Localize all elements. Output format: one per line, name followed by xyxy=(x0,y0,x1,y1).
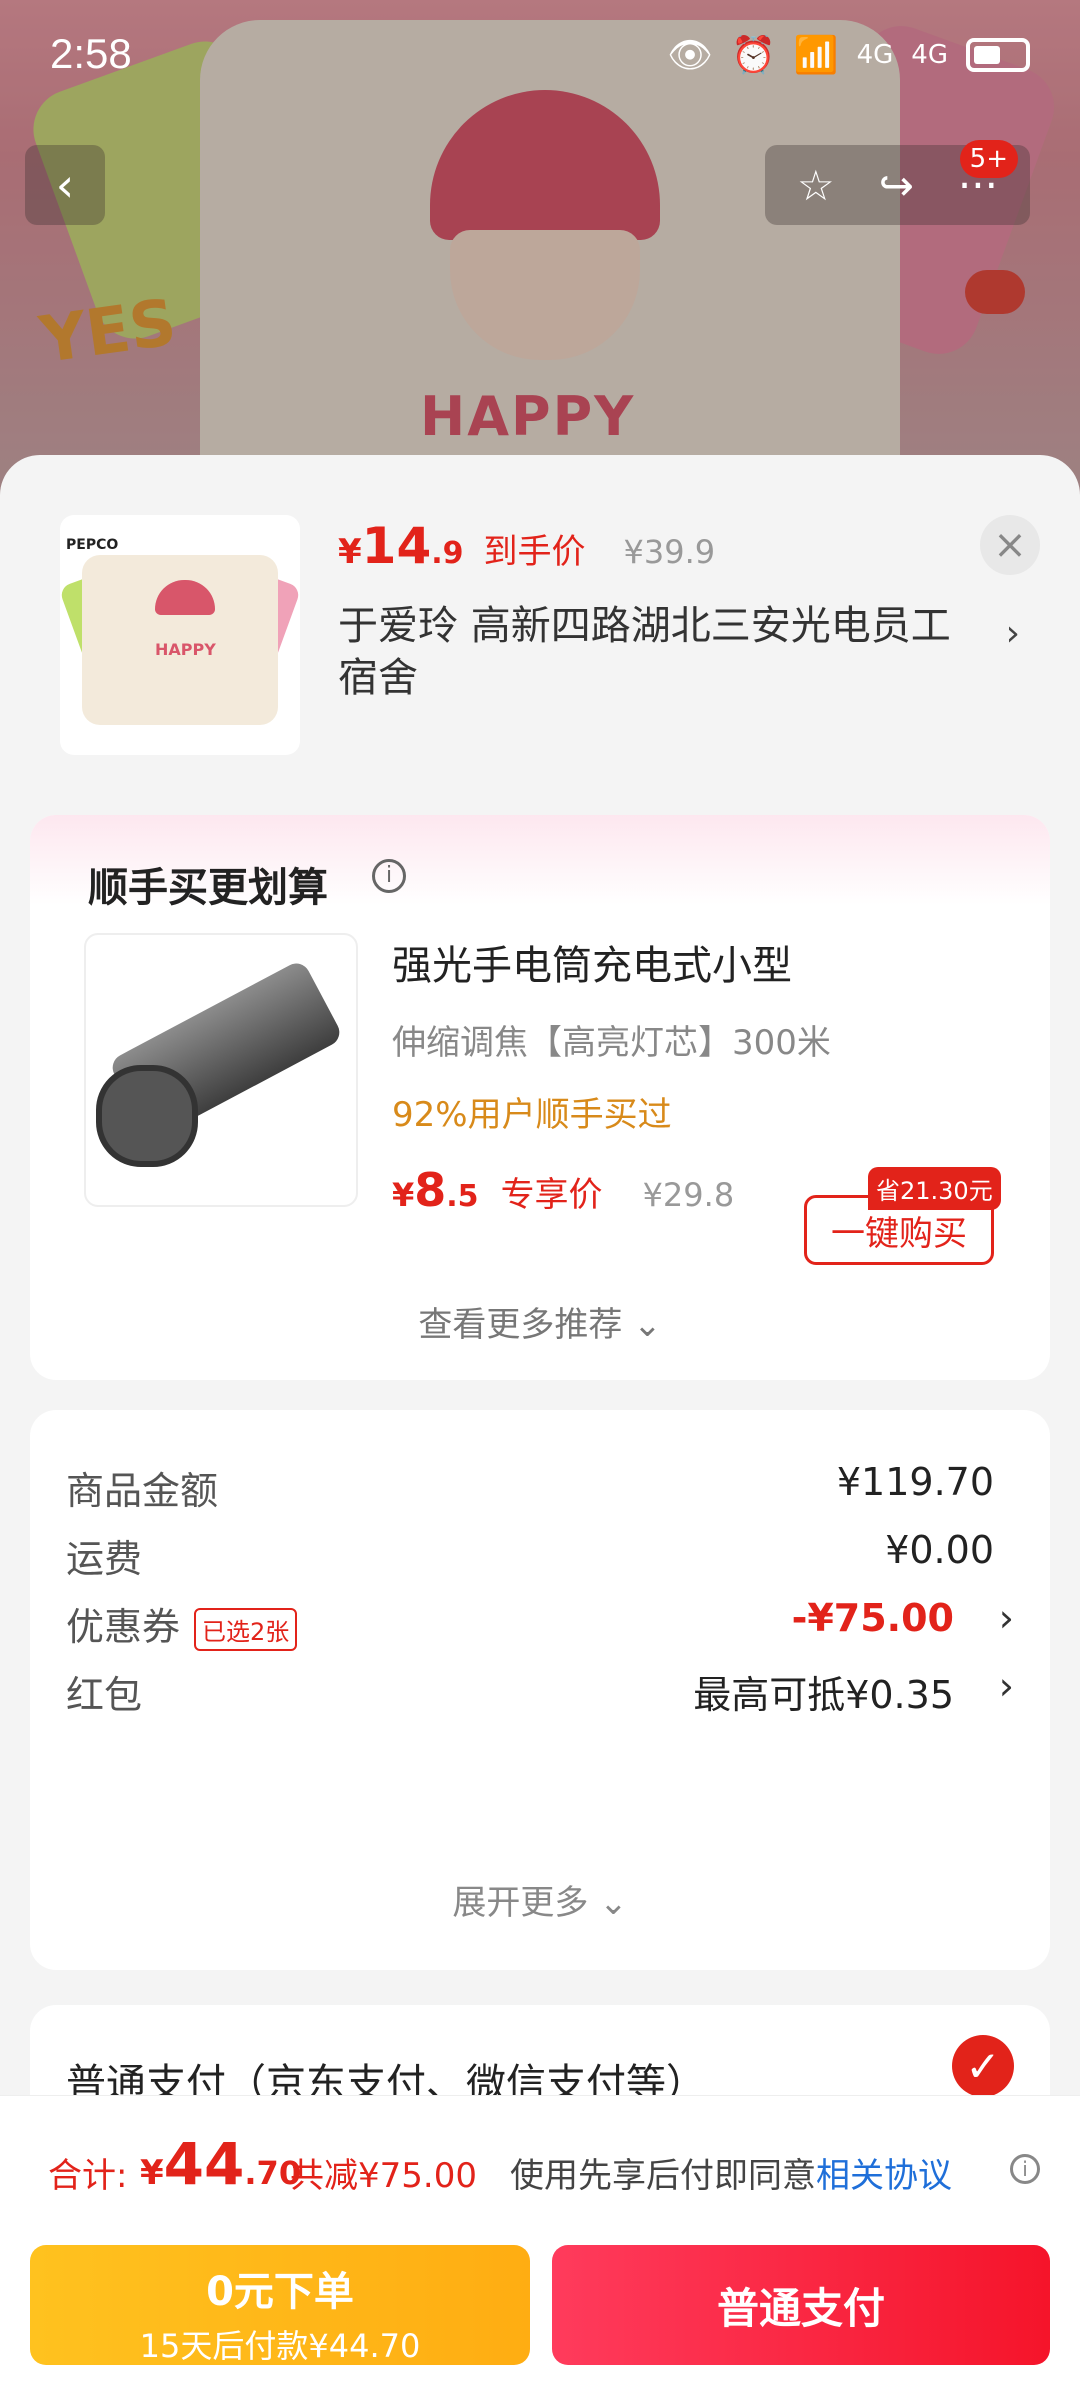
back-icon: ‹ xyxy=(55,158,75,212)
product-price: ¥ 14 .9 到手价 ¥39.9 xyxy=(338,517,715,575)
agreement-link[interactable]: 相关协议 xyxy=(816,2156,952,2196)
status-icons: 👁 ⏰ 📶 4G 4G xyxy=(667,34,1030,76)
total-amount: ¥ 44 .70 xyxy=(140,2130,301,2198)
coupon-label: 优惠券 xyxy=(66,1605,181,1649)
wifi-icon: 📶 xyxy=(793,35,839,76)
chevron-right-icon[interactable]: › xyxy=(999,1596,1014,1640)
addon-recommendation-card: 顺手买更划算 i 强光手电筒充电式小型 伸缩调焦【高亮灯芯】300米 92%用户… xyxy=(30,815,1050,1380)
info-icon[interactable]: i xyxy=(1010,2154,1040,2184)
agreement-prefix: 使用先享后付即同意 xyxy=(510,2156,816,2196)
addon-name[interactable]: 强光手电筒充电式小型 xyxy=(392,933,792,991)
summary-label: 红包 xyxy=(66,1673,143,1717)
battery-icon xyxy=(966,38,1030,72)
chevron-right-icon[interactable]: › xyxy=(1006,613,1020,654)
see-more-recommendations[interactable]: 查看更多推荐 ⌄ xyxy=(30,1297,1050,1346)
addon-price-symbol: ¥ xyxy=(392,1176,415,1214)
price-tag: 到手价 xyxy=(483,532,586,572)
total-symbol: ¥ xyxy=(140,2153,164,2193)
summary-label: 运费 xyxy=(66,1537,143,1581)
expand-more[interactable]: 展开更多 ⌄ xyxy=(30,1875,1050,1924)
original-price: ¥39.9 xyxy=(623,533,716,571)
flashlight-head xyxy=(96,1065,198,1167)
addon-price-integer: 8 xyxy=(414,1163,447,1217)
action-bar: 0元下单 15天后付款¥44.70 普通支付 xyxy=(0,2225,1080,2400)
total-label: 合计: xyxy=(48,2156,128,2196)
summary-value: ¥0.00 xyxy=(885,1528,994,1572)
addon-price: ¥ 8 .5 专享价 ¥29.8 xyxy=(392,1163,734,1217)
save-badge: 省21.30元 xyxy=(868,1167,1001,1210)
addon-title: 顺手买更划算 xyxy=(88,865,328,911)
close-icon: × xyxy=(993,522,1027,568)
back-button[interactable]: ‹ xyxy=(25,145,105,225)
bnpl-order-button[interactable]: 0元下单 15天后付款¥44.70 xyxy=(30,2245,530,2365)
status-time: 2:58 xyxy=(50,30,132,77)
4g-signal-icon: 4G xyxy=(856,40,894,70)
summary-label: 商品金额 xyxy=(66,1469,219,1513)
addon-original-price: ¥29.8 xyxy=(642,1176,735,1214)
alarm-icon: ⏰ xyxy=(730,35,776,76)
coupon-discount-value: -¥75.00 xyxy=(791,1596,954,1640)
shipping-address[interactable]: 于爱玲 高新四路湖北三安光电员工宿舍 xyxy=(338,600,978,704)
agreement-text: 使用先享后付即同意相关协议 xyxy=(510,2148,952,2197)
total-integer: 44 xyxy=(163,2130,245,2198)
share-icon[interactable]: ↪ xyxy=(879,161,914,210)
coupon-count-tag: 已选2张 xyxy=(194,1608,298,1651)
info-icon[interactable]: i xyxy=(372,859,406,893)
eye-icon: 👁 xyxy=(667,35,713,76)
order-summary-card: 商品金额 ¥119.70 运费 ¥0.00 优惠券 已选2张 -¥75.00 › … xyxy=(30,1410,1050,1970)
summary-row-redpacket[interactable]: 红包 最高可抵¥0.35 › xyxy=(66,1664,1014,1724)
top-nav: ‹ ☆ ↪ ··· 5+ xyxy=(0,140,1080,225)
summary-row-coupon[interactable]: 优惠券 已选2张 -¥75.00 › xyxy=(66,1596,1014,1656)
bnpl-line1: 0元下单 xyxy=(206,2269,354,2315)
price-integer: 14 xyxy=(361,517,432,575)
redpacket-value: 最高可抵¥0.35 xyxy=(693,1673,954,1717)
addon-price-tag: 专享价 xyxy=(500,1175,603,1215)
notification-badge: 5+ xyxy=(959,140,1018,178)
addon-price-decimal: .5 xyxy=(446,1179,479,1214)
summary-row-shipping: 运费 ¥0.00 xyxy=(66,1528,1014,1588)
summary-row-goods: 商品金额 ¥119.70 xyxy=(66,1460,1014,1520)
addon-spec: 伸缩调焦【高亮灯芯】300米 xyxy=(392,1023,831,1063)
bnpl-line2: 15天后付款¥44.70 xyxy=(139,2327,421,2365)
total-bar: 合计: ¥ 44 .70 共减¥75.00 使用先享后付即同意相关协议 i xyxy=(0,2095,1080,2226)
product-header: PEPCO HAPPY ¥ 14 .9 到手价 ¥39.9 × 于爱玲 高新四路… xyxy=(0,455,1080,785)
addon-stat: 92%用户顺手买过 xyxy=(392,1095,672,1135)
total-saved: 共减¥75.00 xyxy=(290,2156,477,2196)
price-symbol: ¥ xyxy=(338,532,362,572)
checkmark-icon[interactable]: ✓ xyxy=(952,2035,1014,2097)
status-bar: 2:58 👁 ⏰ 📶 4G 4G xyxy=(0,0,1080,110)
nav-actions: ☆ ↪ ··· 5+ xyxy=(765,140,1030,225)
summary-value: ¥119.70 xyxy=(836,1460,994,1504)
4g-signal-icon: 4G xyxy=(911,40,948,70)
normal-pay-button[interactable]: 普通支付 xyxy=(552,2245,1050,2365)
addon-thumbnail[interactable] xyxy=(84,933,358,1207)
product-thumbnail: PEPCO HAPPY xyxy=(60,515,300,755)
brand-logo: PEPCO xyxy=(66,537,119,553)
chevron-right-icon[interactable]: › xyxy=(999,1664,1014,1708)
close-button[interactable]: × xyxy=(980,515,1040,575)
price-decimal: .9 xyxy=(431,536,464,571)
thumb-text: HAPPY xyxy=(155,640,216,659)
summary-label: 优惠券 已选2张 xyxy=(66,1596,298,1651)
star-icon[interactable]: ☆ xyxy=(797,161,835,210)
